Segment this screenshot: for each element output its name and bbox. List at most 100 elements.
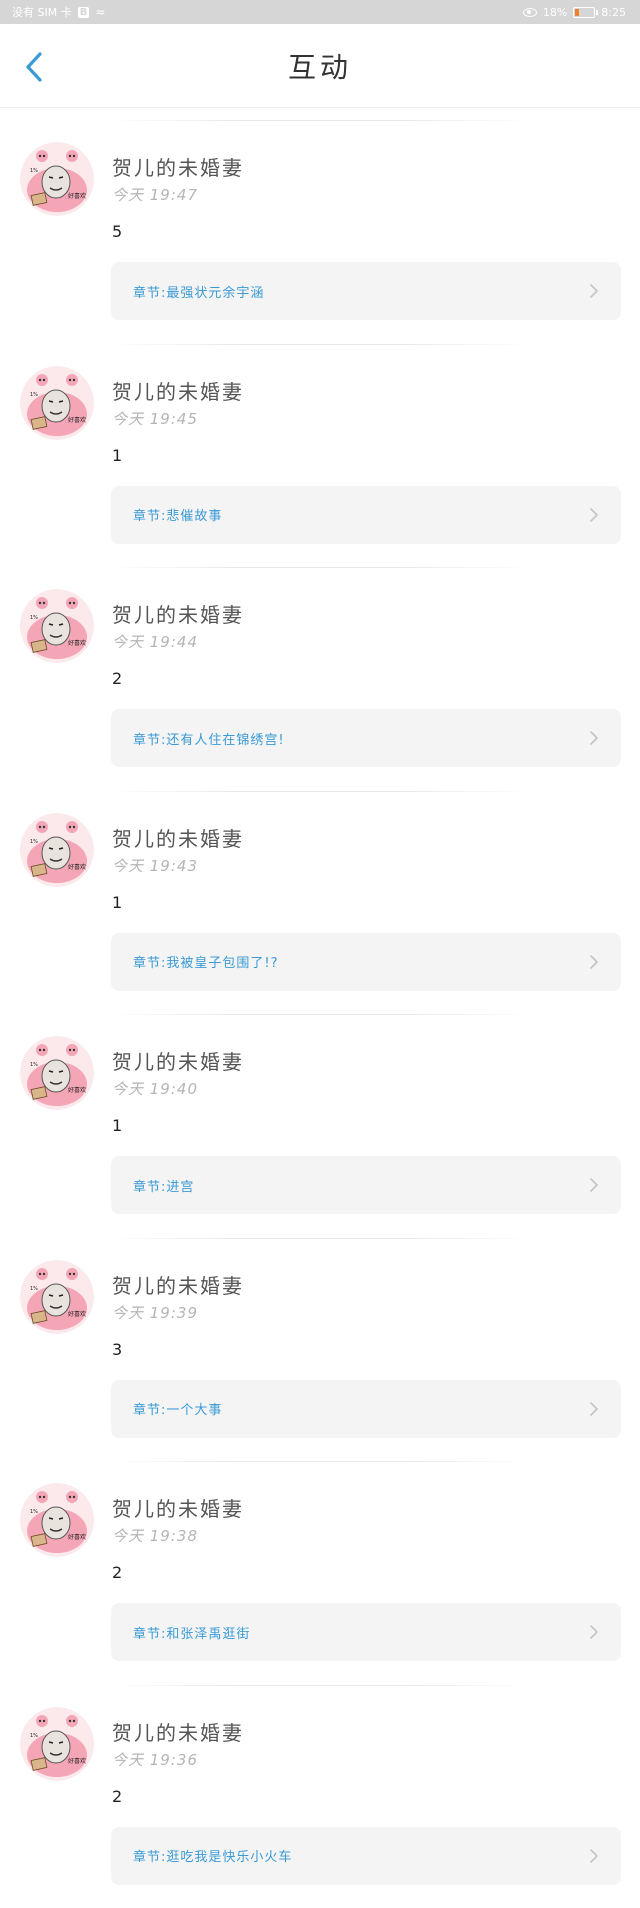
comment-content: 1 — [112, 892, 123, 912]
header: 互动 — [0, 24, 640, 108]
avatar[interactable]: 好喜欢 1% — [20, 1706, 94, 1781]
avatar[interactable]: 好喜欢 1% — [20, 812, 94, 887]
item-divider — [110, 1684, 530, 1686]
chapter-link[interactable]: 章节:悲催故事 — [111, 485, 621, 544]
page-title: 互动 — [287, 50, 352, 84]
interaction-item: 好喜欢 1% 贺儿的未婚妻 今天 19:39 3 章节:一个大事 — [0, 1226, 640, 1450]
chapter-label: 章节:一个大事 — [133, 1403, 223, 1418]
svg-text:好喜欢: 好喜欢 — [68, 1086, 86, 1094]
pig-meme-avatar-icon: 好喜欢 1% — [20, 1259, 94, 1334]
item-divider — [110, 1461, 530, 1462]
timestamp: 今天 19:45 — [112, 409, 198, 428]
username: 贺儿的未婚妻 — [112, 1050, 244, 1074]
chevron-right-icon — [590, 507, 598, 522]
chapter-link[interactable]: 章节:最强状元余宇涵 — [111, 262, 621, 320]
carrier-text: 没有 SIM 卡 — [12, 6, 72, 19]
timestamp: 今天 19:38 — [112, 1527, 198, 1545]
chevron-right-icon — [590, 731, 598, 745]
svg-text:1%: 1% — [30, 1509, 38, 1515]
svg-text:好喜欢: 好喜欢 — [68, 863, 86, 871]
interaction-item: 好喜欢 1% 贺儿的未婚妻 今天 19:38 2 章节:和张泽禹逛街 — [0, 1449, 640, 1673]
pig-meme-avatar-icon: 好喜欢 1% — [20, 142, 94, 216]
timestamp: 今天 19:40 — [112, 1080, 198, 1098]
chevron-right-icon — [590, 1178, 598, 1192]
chevron-right-icon — [590, 1848, 598, 1863]
item-divider — [110, 1237, 530, 1239]
timestamp: 今天 19:36 — [112, 1750, 198, 1769]
timestamp: 今天 19:39 — [112, 1303, 198, 1322]
username: 贺儿的未婚妻 — [112, 379, 244, 404]
item-divider — [110, 343, 530, 345]
item-divider — [110, 567, 530, 568]
interaction-item: 好喜欢 1% 贺儿的未婚妻 今天 19:36 2 章节:逛吃我是快乐小火车 — [0, 1673, 640, 1897]
interaction-feed: 好喜欢 1% 贺儿的未婚妻 今天 19:47 5 章节:最强状元余宇涵 好喜欢 … — [0, 108, 640, 1896]
username: 贺儿的未婚妻 — [112, 1720, 244, 1745]
clock: 8:25 — [601, 5, 626, 19]
svg-text:好喜欢: 好喜欢 — [68, 1533, 86, 1541]
chapter-link[interactable]: 章节:还有人住在锦绣宫! — [111, 709, 621, 767]
chapter-label: 章节:进宫 — [133, 1179, 195, 1195]
comment-content: 5 — [112, 222, 123, 241]
item-divider — [110, 790, 530, 792]
chapter-link[interactable]: 章节:逛吃我是快乐小火车 — [111, 1826, 621, 1885]
chapter-link[interactable]: 章节:进宫 — [111, 1156, 621, 1214]
chevron-right-icon — [590, 1625, 598, 1639]
avatar[interactable]: 好喜欢 1% — [20, 1483, 94, 1557]
pig-meme-avatar-icon: 好喜欢 1% — [20, 1036, 94, 1110]
chapter-label: 章节:和张泽禹逛街 — [133, 1626, 251, 1642]
interaction-item: 好喜欢 1% 贺儿的未婚妻 今天 19:47 5 章节:最强状元余宇涵 — [0, 108, 640, 332]
chapter-link[interactable]: 章节:和张泽禹逛街 — [111, 1603, 621, 1661]
status-right: 18% 8:25 — [522, 5, 626, 19]
pig-meme-avatar-icon: 好喜欢 1% — [20, 812, 94, 887]
comment-content: 2 — [112, 669, 123, 688]
interaction-item: 好喜欢 1% 贺儿的未婚妻 今天 19:45 1 章节:悲催故事 — [0, 332, 640, 556]
avatar[interactable]: 好喜欢 1% — [20, 589, 94, 663]
username: 贺儿的未婚妻 — [112, 1497, 244, 1521]
wifi-icon: ≈ — [95, 5, 106, 19]
timestamp: 今天 19:47 — [112, 186, 198, 204]
chapter-link[interactable]: 章节:一个大事 — [111, 1379, 621, 1438]
svg-text:1%: 1% — [30, 392, 38, 398]
pig-meme-avatar-icon: 好喜欢 1% — [20, 1483, 94, 1557]
svg-text:好喜欢: 好喜欢 — [68, 1310, 86, 1318]
avatar[interactable]: 好喜欢 1% — [20, 1259, 94, 1334]
interaction-item: 好喜欢 1% 贺儿的未婚妻 今天 19:43 1 章节:我被皇子包围了!? — [0, 779, 640, 1003]
pig-meme-avatar-icon: 好喜欢 1% — [20, 589, 94, 663]
item-divider — [110, 120, 530, 121]
timestamp: 今天 19:43 — [112, 856, 198, 875]
username: 贺儿的未婚妻 — [112, 156, 244, 180]
interaction-item: 好喜欢 1% 贺儿的未婚妻 今天 19:40 1 章节:进宫 — [0, 1002, 640, 1226]
eye-icon — [522, 7, 537, 17]
comment-content: 3 — [112, 1339, 123, 1359]
svg-text:好喜欢: 好喜欢 — [68, 416, 86, 424]
svg-text:1%: 1% — [30, 168, 38, 174]
svg-text:1%: 1% — [30, 615, 38, 621]
username: 贺儿的未婚妻 — [112, 826, 244, 851]
svg-text:好喜欢: 好喜欢 — [68, 639, 86, 647]
chevron-left-icon — [26, 52, 42, 82]
back-button[interactable] — [20, 50, 50, 84]
svg-text:1%: 1% — [30, 839, 38, 845]
battery-icon — [573, 6, 599, 18]
chapter-label: 章节:最强状元余宇涵 — [133, 285, 265, 301]
chapter-label: 章节:还有人住在锦绣宫! — [133, 732, 285, 748]
chapter-label: 章节:我被皇子包围了!? — [133, 956, 279, 971]
chapter-link[interactable]: 章节:我被皇子包围了!? — [111, 932, 621, 991]
chevron-right-icon — [590, 284, 598, 298]
comment-content: 2 — [112, 1563, 123, 1582]
username: 贺儿的未婚妻 — [112, 603, 244, 627]
comment-content: 2 — [112, 1786, 123, 1806]
username: 贺儿的未婚妻 — [112, 1273, 244, 1298]
svg-text:好喜欢: 好喜欢 — [68, 1757, 86, 1765]
comment-content: 1 — [112, 445, 123, 465]
comment-content: 1 — [112, 1116, 123, 1135]
app-badge-icon: B — [77, 6, 90, 18]
chapter-label: 章节:逛吃我是快乐小火车 — [133, 1850, 293, 1865]
svg-text:1%: 1% — [30, 1062, 38, 1068]
avatar[interactable]: 好喜欢 1% — [20, 365, 94, 440]
pig-meme-avatar-icon: 好喜欢 1% — [20, 1706, 94, 1781]
timestamp: 今天 19:44 — [112, 633, 198, 651]
avatar[interactable]: 好喜欢 1% — [20, 1036, 94, 1110]
avatar[interactable]: 好喜欢 1% — [20, 142, 94, 216]
status-left: 没有 SIM 卡 B ≈ — [12, 4, 105, 20]
